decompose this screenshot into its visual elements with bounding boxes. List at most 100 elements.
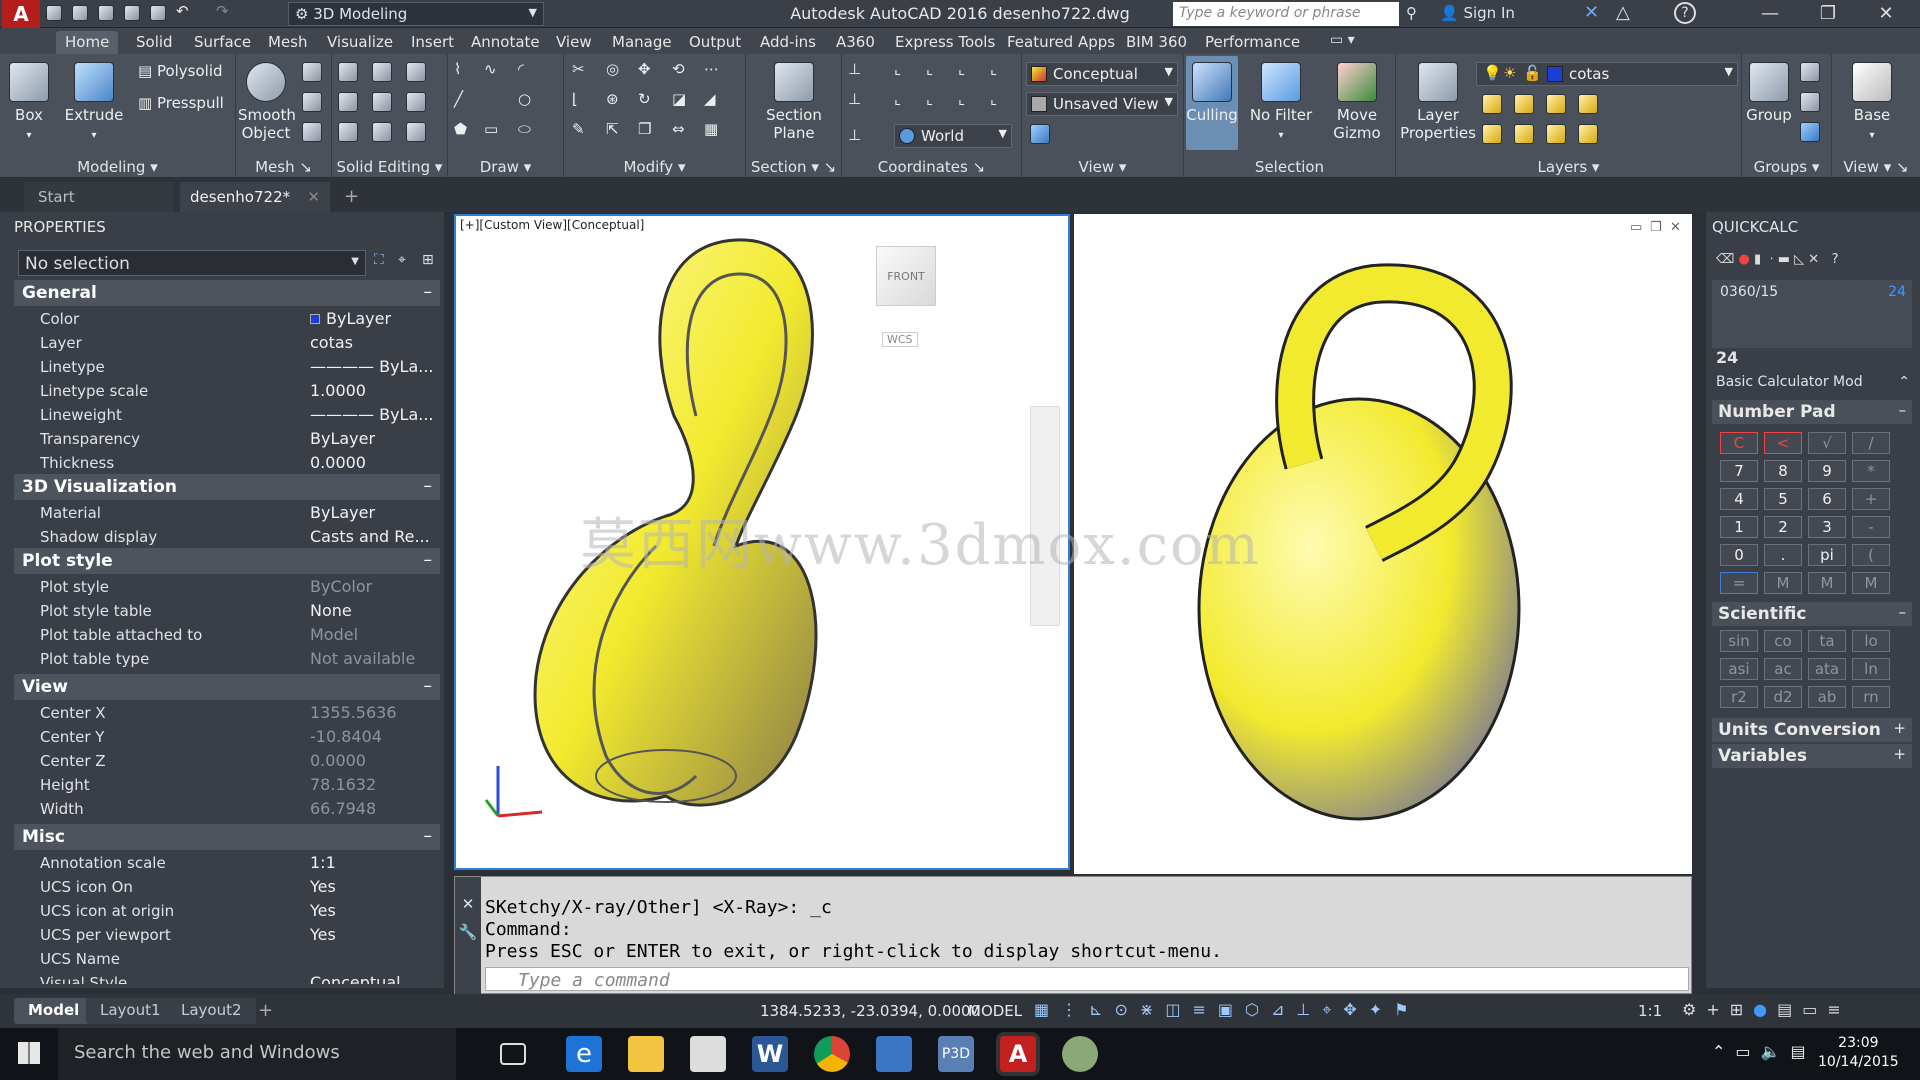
isolate-icon[interactable]: ● <box>1753 1000 1777 1019</box>
key-1[interactable]: 1 <box>1720 516 1758 538</box>
flight-app-icon[interactable] <box>876 1036 912 1072</box>
trim-icon[interactable]: ✂ <box>572 60 585 78</box>
close-button[interactable]: ✕ <box>1858 0 1914 28</box>
slice-icon[interactable] <box>338 92 358 112</box>
align-icon[interactable]: ▦ <box>704 120 718 138</box>
spline-icon[interactable]: ∿ <box>484 60 497 78</box>
ribbon-toggle-icon[interactable]: ▭ ▾ <box>1330 32 1355 48</box>
redo-icon[interactable]: ↷ <box>216 2 229 20</box>
wrench-icon[interactable]: 🔧 <box>455 923 481 941</box>
key-equals[interactable]: = <box>1720 572 1758 594</box>
key-6[interactable]: 6 <box>1808 488 1846 510</box>
property-row-plot-type[interactable]: Plot table type Not available <box>14 646 440 670</box>
save-as-icon[interactable] <box>124 5 140 21</box>
key-divide[interactable]: / <box>1852 432 1890 454</box>
union-icon[interactable] <box>338 62 358 82</box>
property-row-annotation-scale[interactable]: Annotation scale 1:1 <box>14 850 440 874</box>
property-row-thickness[interactable]: Thickness 0.0000 <box>14 450 440 474</box>
layer-tool-5-icon[interactable] <box>1482 124 1502 144</box>
ucs-3point-icon[interactable]: ⌞ <box>958 90 965 108</box>
property-row-center-x[interactable]: Center X 1355.5636 <box>14 700 440 724</box>
tab-a360[interactable]: A360 <box>827 31 884 54</box>
layer-tool-3-icon[interactable] <box>1546 94 1566 114</box>
windows-start-icon[interactable] <box>18 1042 40 1064</box>
property-row-transparency[interactable]: Transparency ByLayer <box>14 426 440 450</box>
modeling-group-label[interactable]: Modeling ▾ <box>0 158 235 176</box>
move-gizmo-button[interactable]: Move Gizmo <box>1324 58 1390 142</box>
layer-tool-2-icon[interactable] <box>1514 94 1534 114</box>
property-row-plot-table[interactable]: Plot style table None <box>14 598 440 622</box>
autocad-logo-icon[interactable]: A <box>2 0 40 28</box>
quick-select-icon[interactable]: ⛶ <box>374 252 384 268</box>
app-taskbar-icon[interactable] <box>1062 1036 1098 1072</box>
key-ms[interactable]: M <box>1764 572 1802 594</box>
chrome-icon[interactable] <box>814 1036 850 1072</box>
property-row-center-y[interactable]: Center Y -10.8404 <box>14 724 440 748</box>
arc-icon[interactable]: ◜ <box>518 60 524 78</box>
dynamic-ucs-icon[interactable]: ⊥ <box>1296 1000 1322 1019</box>
intersect-icon[interactable] <box>406 62 426 82</box>
polyline-icon[interactable]: ⌇ <box>454 60 461 78</box>
pickadd-icon[interactable]: ⊞ <box>422 252 434 268</box>
property-row-material[interactable]: Material ByLayer <box>14 500 440 524</box>
tab-layout1[interactable]: Layout1 <box>86 998 175 1024</box>
key-sin[interactable]: sin <box>1720 630 1758 652</box>
layer-tool-7-icon[interactable] <box>1546 124 1566 144</box>
undo-icon[interactable]: ↶ <box>176 2 189 20</box>
ucs-zaxis-icon[interactable]: ⌞ <box>990 90 997 108</box>
tab-surface[interactable]: Surface <box>185 31 260 54</box>
key-3[interactable]: 3 <box>1808 516 1846 538</box>
transparency-icon[interactable]: ▣ <box>1218 1000 1245 1019</box>
plot-header[interactable]: Plot style – <box>14 548 440 574</box>
thicken-icon[interactable] <box>372 122 392 142</box>
key-cos[interactable]: co <box>1764 630 1802 652</box>
layers-group-label[interactable]: Layers ▾ <box>1396 158 1741 176</box>
tab-model[interactable]: Model <box>14 998 94 1024</box>
new-tab-button[interactable]: + <box>344 186 359 207</box>
mesh-tool-icon[interactable] <box>302 62 322 82</box>
open-icon[interactable] <box>72 5 88 21</box>
key-tan[interactable]: ta <box>1808 630 1846 652</box>
property-row-plot-attached[interactable]: Plot table attached to Model <box>14 622 440 646</box>
groups-group-label[interactable]: Groups ▾ <box>1742 158 1831 176</box>
task-view-icon[interactable] <box>500 1043 526 1065</box>
ucs-x-icon[interactable]: ⌞ <box>926 60 933 78</box>
layer-properties-button[interactable]: Layer Properties <box>1400 58 1476 142</box>
ucs-named-icon[interactable]: ⊥ <box>848 126 861 144</box>
circle-icon[interactable]: ○ <box>518 90 531 108</box>
property-row-color[interactable]: Color ByLayer <box>14 306 440 330</box>
modify-group-label[interactable]: Modify ▾ <box>564 158 745 176</box>
no-filter-button[interactable]: No Filter ▾ <box>1244 58 1318 145</box>
property-row-ucs-origin[interactable]: UCS icon at origin Yes <box>14 898 440 922</box>
key-4[interactable]: 4 <box>1720 488 1758 510</box>
separate-icon[interactable] <box>338 122 358 142</box>
rotate-3d-icon[interactable]: ⟲ <box>672 60 685 78</box>
scale-icon[interactable]: ⇱ <box>606 120 619 138</box>
workspace-icon[interactable]: ⊞ <box>1730 1000 1753 1019</box>
visual-style-dropdown[interactable]: Conceptual ▼ <box>1026 62 1178 86</box>
key-sqrt[interactable]: √ <box>1808 432 1846 454</box>
osnap-icon[interactable]: ◫ <box>1165 1000 1192 1019</box>
base-button[interactable]: Base ▾ <box>1842 58 1902 145</box>
workspace-switcher[interactable]: ⚙ 3D Modeling ▼ <box>288 2 544 26</box>
array-icon[interactable]: ⋯ <box>704 60 719 78</box>
property-row-layer[interactable]: Layer cotas <box>14 330 440 354</box>
key-round[interactable]: rn <box>1852 686 1890 708</box>
volume-icon[interactable]: 🔈 <box>1761 1042 1791 1061</box>
wcs-indicator[interactable]: WCS <box>882 332 918 347</box>
autocad-taskbar-icon[interactable]: A <box>1000 1036 1036 1072</box>
file-explorer-icon[interactable] <box>628 1036 664 1072</box>
copy-icon[interactable]: ❐ <box>638 120 651 138</box>
polar-icon[interactable]: ⊙ <box>1115 1000 1140 1019</box>
clear-icon[interactable]: ⌫ <box>1716 252 1734 267</box>
extract-icon[interactable] <box>406 92 426 112</box>
ortho-icon[interactable]: ⊾ <box>1089 1000 1114 1019</box>
smooth-object-button[interactable]: Smooth Object <box>238 58 296 142</box>
units-conversion-header[interactable]: Units Conversion + <box>1712 718 1912 742</box>
paste-icon[interactable]: ▮ <box>1754 252 1761 267</box>
layer-tool-1-icon[interactable] <box>1482 94 1502 114</box>
ucs-z-icon[interactable]: ⌞ <box>990 60 997 78</box>
cursor-coordinates[interactable]: 1384.5233, -23.0394, 0.0000 <box>760 1002 980 1020</box>
property-row-lineweight[interactable]: Lineweight ———— ByLa... <box>14 402 440 426</box>
ucs-icon[interactable]: ⊥ <box>848 60 861 78</box>
